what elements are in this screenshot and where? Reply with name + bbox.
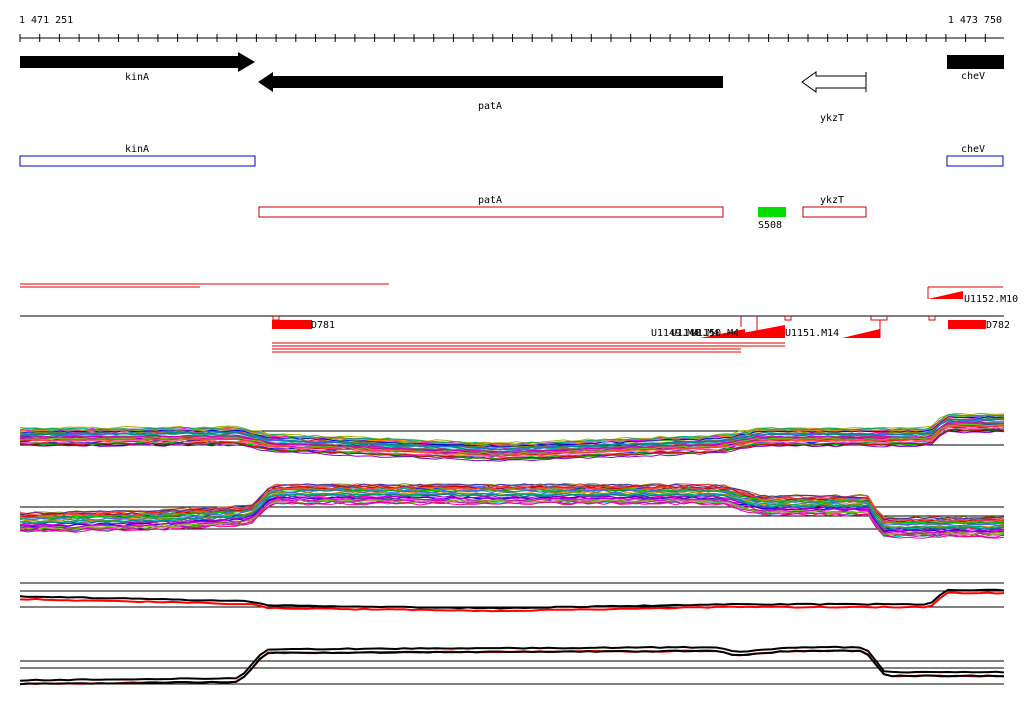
small-rna-label: S508 xyxy=(758,220,782,231)
feature-label-U1150-M4: U1150.M4 xyxy=(691,328,739,339)
gene-label-cheV: cheV xyxy=(961,71,985,82)
feature-bracket xyxy=(784,316,792,321)
expression-panel-4 xyxy=(19,645,1005,686)
gene-arrow-patA[interactable] xyxy=(258,72,723,92)
gene-label-kinA: kinA xyxy=(125,72,149,83)
gene-arrow-kinA[interactable] xyxy=(20,52,255,72)
gene-arrow-ykzT[interactable] xyxy=(801,71,867,93)
feature-D781[interactable] xyxy=(272,320,312,329)
expression-panel-2 xyxy=(19,482,1005,539)
annotation-box-kinA[interactable] xyxy=(19,155,256,167)
annotation-label-patA: patA xyxy=(478,195,502,206)
feature-U1152-M10[interactable] xyxy=(928,291,963,299)
genome-browser-view: 1 471 251 1 473 750 kinA patA ykzT cheV … xyxy=(0,0,1024,714)
gene-track: kinA patA ykzT cheV xyxy=(20,52,1004,124)
expression-panel-3 xyxy=(19,582,1005,613)
annotation-label-cheV: cheV xyxy=(961,144,985,155)
feature-bracket xyxy=(870,316,888,321)
gene-label-patA: patA xyxy=(478,101,502,112)
feature-bracket xyxy=(272,316,280,321)
annotation-box-cheV[interactable] xyxy=(946,155,1004,167)
feature-label-U1151-M14: U1151.M14 xyxy=(785,328,839,339)
annotation-box-ykzT[interactable] xyxy=(802,206,867,218)
feature-track: U1152.M10 D781 U1149.M4 U1148.M4 U1150.M… xyxy=(20,283,1018,353)
coord-start: 1 471 251 xyxy=(19,15,73,26)
annotation-label-ykzT: ykzT xyxy=(820,195,844,206)
expression-panel-1 xyxy=(19,412,1005,462)
feature-label-D781: D781 xyxy=(311,320,335,331)
expression-line xyxy=(19,588,1005,610)
annotation-box-patA[interactable] xyxy=(258,206,724,218)
gene-arrow-cheV[interactable] xyxy=(947,55,1004,69)
annotation-track: kinA cheV patA ykzT S508 xyxy=(19,144,1004,231)
feature-label-U1152-M10: U1152.M10 xyxy=(964,294,1018,305)
annotation-label-kinA: kinA xyxy=(125,144,149,155)
feature-label-D782: D782 xyxy=(986,320,1010,331)
coord-end: 1 473 750 xyxy=(948,15,1002,26)
gene-label-ykzT: ykzT xyxy=(820,113,844,124)
genome-browser-canvas: 1 471 251 1 473 750 kinA patA ykzT cheV … xyxy=(19,15,1018,686)
feature-D782[interactable] xyxy=(948,320,986,329)
feature-U1151-M14[interactable] xyxy=(842,329,880,338)
coordinate-ruler xyxy=(19,34,1004,42)
feature-bracket xyxy=(928,316,936,321)
small-rna-box[interactable] xyxy=(758,207,786,217)
